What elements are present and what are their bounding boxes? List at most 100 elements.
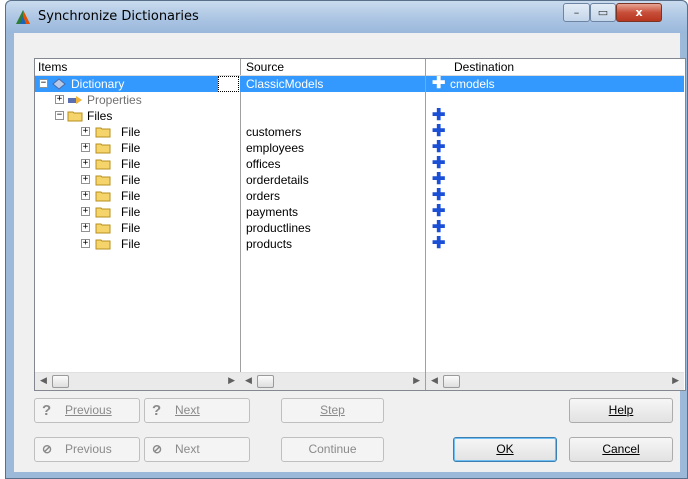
source-text: products	[246, 237, 293, 251]
destination-cell-root[interactable]: ✚ cmodels	[426, 76, 684, 92]
folder-icon	[95, 143, 111, 154]
destination-cell[interactable]: ✚	[426, 236, 684, 252]
add-icon[interactable]: ✚	[432, 172, 445, 188]
destination-cell[interactable]: ✚	[426, 156, 684, 172]
tree-label-file: File	[121, 205, 141, 219]
tree-row-properties[interactable]: + Properties	[35, 92, 240, 108]
tree-row-file[interactable]: + File	[35, 156, 240, 172]
next-question-button[interactable]: ? Next	[144, 398, 250, 423]
add-icon[interactable]: ✚	[432, 76, 445, 92]
tree-row-dictionary[interactable]: − Dictionary	[35, 76, 218, 92]
window-title: Synchronize Dictionaries	[38, 9, 199, 24]
tree-row-file[interactable]: + File	[35, 124, 240, 140]
next-difference-button[interactable]: ⊘ Next	[144, 437, 250, 462]
source-cell[interactable]: offices	[240, 156, 425, 172]
add-icon[interactable]: ✚	[432, 124, 445, 140]
scroll-left-icon[interactable]: ◀	[431, 375, 438, 386]
destination-cell[interactable]: ✚	[426, 140, 684, 156]
source-text: payments	[246, 205, 299, 219]
tree-row-files[interactable]: − Files	[35, 108, 240, 124]
previous-difference-button[interactable]: ⊘ Previous	[34, 437, 140, 462]
items-header[interactable]: Items	[35, 59, 240, 76]
destination-root-text: cmodels	[450, 77, 495, 91]
tree-row-file[interactable]: + File	[35, 140, 240, 156]
scroll-thumb[interactable]	[443, 375, 460, 388]
tree-label-file: File	[121, 125, 141, 139]
add-icon[interactable]: ✚	[432, 236, 445, 252]
source-root-text: ClassicModels	[246, 77, 324, 91]
destination-cell[interactable]: ✚	[426, 124, 684, 140]
source-text: employees	[246, 141, 305, 155]
folder-icon	[95, 191, 111, 202]
items-column: Items − Dictionary + Properties − Files	[35, 59, 241, 390]
continue-button[interactable]: Continue	[281, 437, 384, 462]
expand-icon[interactable]: +	[81, 127, 90, 136]
expand-icon[interactable]: +	[81, 223, 90, 232]
source-cell-root[interactable]: ClassicModels	[240, 76, 425, 92]
folder-icon	[95, 207, 111, 218]
expand-icon[interactable]: +	[81, 191, 90, 200]
scroll-right-icon[interactable]: ▶	[228, 375, 235, 386]
source-cell[interactable]: productlines	[240, 220, 425, 236]
tree-row-file[interactable]: + File	[35, 204, 240, 220]
add-icon[interactable]: ✚	[432, 156, 445, 172]
maximize-button[interactable]: ▭	[590, 3, 616, 22]
expand-icon[interactable]: +	[81, 207, 90, 216]
minimize-button[interactable]: –	[563, 3, 590, 22]
destination-cell[interactable]: ✚	[426, 204, 684, 220]
source-cell[interactable]: employees	[240, 140, 425, 156]
source-cell[interactable]: orderdetails	[240, 172, 425, 188]
tree-row-file[interactable]: + File	[35, 172, 240, 188]
expand-icon[interactable]: +	[81, 143, 90, 152]
dictionary-icon	[52, 78, 66, 90]
destination-cell[interactable]: ✚	[426, 172, 684, 188]
source-header[interactable]: Source	[240, 59, 425, 76]
add-icon[interactable]: ✚	[432, 108, 445, 124]
sync-grid: Items − Dictionary + Properties − Files	[34, 58, 686, 391]
expand-icon[interactable]: +	[81, 159, 90, 168]
scroll-left-icon[interactable]: ◀	[245, 375, 252, 386]
destination-cell[interactable]: ✚	[426, 188, 684, 204]
folder-icon	[95, 223, 111, 234]
source-text: offices	[246, 157, 281, 171]
ok-button[interactable]: OK	[453, 437, 557, 462]
add-icon[interactable]: ✚	[432, 188, 445, 204]
destination-cell[interactable]: ✚	[426, 220, 684, 236]
add-icon[interactable]: ✚	[432, 204, 445, 220]
source-cell[interactable]: products	[240, 236, 425, 252]
source-cell[interactable]: customers	[240, 124, 425, 140]
expand-icon[interactable]: +	[55, 95, 64, 104]
destination-hscrollbar[interactable]: ◀ ▶	[426, 372, 684, 390]
source-cell[interactable]: orders	[240, 188, 425, 204]
scroll-left-icon[interactable]: ◀	[40, 375, 47, 386]
title-bar[interactable]: Synchronize Dictionaries – ▭ x	[6, 1, 687, 33]
source-text: customers	[246, 125, 302, 139]
scroll-right-icon[interactable]: ▶	[672, 375, 679, 386]
tree-row-file[interactable]: + File	[35, 188, 240, 204]
source-column: Source ClassicModels customers employees…	[240, 59, 426, 390]
source-cell[interactable]: payments	[240, 204, 425, 220]
expand-icon[interactable]: +	[81, 175, 90, 184]
destination-cell-files[interactable]: ✚	[426, 108, 684, 124]
scroll-thumb[interactable]	[257, 375, 274, 388]
help-button[interactable]: Help	[569, 398, 673, 423]
step-button[interactable]: Step	[281, 398, 384, 423]
tree-row-file[interactable]: + File	[35, 220, 240, 236]
destination-header[interactable]: Destination	[426, 59, 684, 76]
previous-question-button[interactable]: ? Previous	[34, 398, 140, 423]
items-hscrollbar[interactable]: ◀ ▶	[35, 372, 240, 390]
expand-icon[interactable]: +	[81, 239, 90, 248]
collapse-icon[interactable]: −	[55, 111, 64, 120]
collapse-icon[interactable]: −	[39, 79, 48, 88]
focus-rect	[218, 76, 239, 92]
scroll-right-icon[interactable]: ▶	[413, 375, 420, 386]
add-icon[interactable]: ✚	[432, 140, 445, 156]
scroll-thumb[interactable]	[52, 375, 69, 388]
cancel-button[interactable]: Cancel	[569, 437, 673, 462]
source-hscrollbar[interactable]: ◀ ▶	[240, 372, 425, 390]
no-entry-icon: ⊘	[152, 442, 163, 456]
source-text: orders	[246, 189, 281, 203]
add-icon[interactable]: ✚	[432, 220, 445, 236]
tree-row-file[interactable]: + File	[35, 236, 240, 252]
close-button[interactable]: x	[616, 3, 662, 22]
